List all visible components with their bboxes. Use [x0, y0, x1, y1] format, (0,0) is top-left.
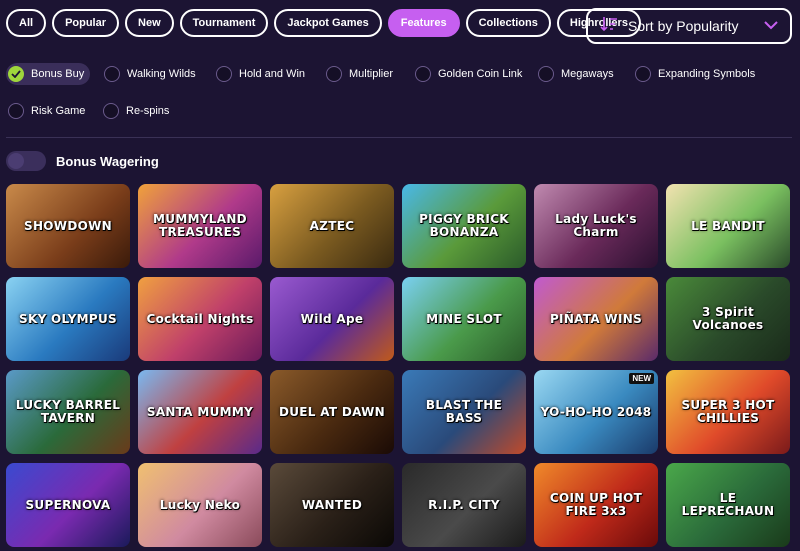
game-title: SUPER 3 HOT CHILLIES — [681, 398, 775, 425]
bonus-wagering-toggle[interactable] — [6, 151, 46, 171]
feature-chip-label: Walking Wilds — [127, 68, 196, 80]
game-title: R.I.P. CITY — [428, 497, 500, 512]
game-card[interactable]: MUMMYLAND TREASURES — [138, 184, 262, 268]
game-card[interactable]: LUCKY BARREL TAVERN — [6, 370, 130, 454]
game-title: LE BANDIT — [691, 218, 765, 233]
feature-chip-multiplier[interactable]: Multiplier — [324, 63, 399, 85]
game-title: SKY OLYMPUS — [19, 311, 117, 326]
feature-chip-golden-coin-link[interactable]: Golden Coin Link — [413, 63, 528, 85]
checkbox-circle — [104, 66, 120, 82]
filter-tabs: All Popular New Tournament Jackpot Games Feat… — [6, 9, 641, 37]
feature-chip-label: Multiplier — [349, 68, 394, 80]
divider — [6, 137, 792, 138]
game-card[interactable]: LE LEPRECHAUN — [666, 463, 790, 547]
tab-features[interactable]: Features — [387, 9, 460, 37]
feature-chip-label: Golden Coin Link — [438, 68, 523, 80]
tab-tournament[interactable]: Tournament — [179, 9, 269, 37]
game-title: Lady Luck's Charm — [555, 212, 637, 239]
game-card[interactable]: SKY OLYMPUS — [6, 277, 130, 361]
game-card[interactable]: PIÑATA WINS — [534, 277, 658, 361]
game-title: WANTED — [301, 497, 363, 512]
game-title: YO-HO-HO 2048 — [540, 404, 652, 419]
chevron-down-icon — [764, 17, 778, 35]
feature-chip-label: Bonus Buy — [31, 68, 85, 80]
game-title: PIGGY BRICK BONANZA — [419, 212, 509, 239]
game-title: SHOWDOWN — [24, 218, 112, 233]
bonus-wagering-label: Bonus Wagering — [56, 153, 159, 169]
game-card[interactable]: PIGGY BRICK BONANZA — [402, 184, 526, 268]
checkbox-circle — [415, 66, 431, 82]
checkbox-circle — [635, 66, 651, 82]
game-card[interactable]: YO-HO-HO 2048 NEW — [534, 370, 658, 454]
checkbox-circle — [103, 103, 119, 119]
tab-all[interactable]: All — [6, 9, 47, 37]
game-card[interactable]: SUPERNOVA — [6, 463, 130, 547]
new-badge: NEW — [629, 373, 654, 384]
game-card[interactable]: MINE SLOT — [402, 277, 526, 361]
game-title: Cocktail Nights — [146, 311, 254, 326]
sort-label: Sort by Popularity — [628, 18, 739, 34]
checkbox-circle — [8, 103, 24, 119]
game-title: SUPERNOVA — [25, 497, 111, 512]
tab-collections[interactable]: Collections — [465, 9, 551, 37]
feature-chip-label: Risk Game — [31, 105, 86, 117]
toggle-knob — [8, 153, 24, 169]
game-card[interactable]: BLAST THE BASS — [402, 370, 526, 454]
sort-dropdown[interactable]: Sort by Popularity — [586, 8, 792, 44]
feature-chip-re-spins[interactable]: Re-spins — [101, 100, 175, 122]
feature-chip-expanding-symbols[interactable]: Expanding Symbols — [633, 63, 761, 85]
game-title: 3 Spirit Volcanoes — [692, 305, 764, 332]
game-title: COIN UP HOT FIRE 3x3 — [549, 491, 643, 518]
feature-chip-hold-and-win[interactable]: Hold and Win — [214, 63, 311, 85]
game-title: SANTA MUMMY — [146, 404, 254, 419]
feature-chip-label: Expanding Symbols — [658, 68, 756, 80]
checkbox-circle — [326, 66, 342, 82]
game-card[interactable]: SUPER 3 HOT CHILLIES — [666, 370, 790, 454]
game-title: Lucky Neko — [159, 497, 241, 512]
game-card[interactable]: COIN UP HOT FIRE 3x3 — [534, 463, 658, 547]
game-card[interactable]: 3 Spirit Volcanoes — [666, 277, 790, 361]
game-title: PIÑATA WINS — [549, 311, 643, 326]
game-card[interactable]: Lady Luck's Charm — [534, 184, 658, 268]
feature-chip-label: Megaways — [561, 68, 614, 80]
game-title: LE LEPRECHAUN — [681, 491, 775, 518]
game-title: LUCKY BARREL TAVERN — [15, 398, 121, 425]
game-card[interactable]: Cocktail Nights — [138, 277, 262, 361]
game-card[interactable]: LE BANDIT — [666, 184, 790, 268]
game-card[interactable]: WANTED — [270, 463, 394, 547]
game-title: Wild Ape — [300, 311, 364, 326]
tab-popular[interactable]: Popular — [52, 9, 120, 37]
game-card[interactable]: Lucky Neko — [138, 463, 262, 547]
sort-order-icon — [600, 16, 618, 37]
game-title: AZTEC — [309, 218, 355, 233]
checkmark-icon — [8, 66, 24, 82]
feature-chip-risk-game[interactable]: Risk Game — [6, 100, 91, 122]
game-card[interactable]: AZTEC — [270, 184, 394, 268]
tab-new[interactable]: New — [125, 9, 174, 37]
game-title: DUEL AT DAWN — [278, 404, 386, 419]
checkbox-circle — [216, 66, 232, 82]
feature-chip-label: Re-spins — [126, 105, 170, 117]
game-card[interactable]: Wild Ape — [270, 277, 394, 361]
feature-chip-bonus-buy[interactable]: Bonus Buy — [6, 63, 91, 85]
bonus-wagering-row: Bonus Wagering — [6, 151, 159, 171]
tab-jackpot-games[interactable]: Jackpot Games — [274, 9, 382, 37]
game-card[interactable]: DUEL AT DAWN — [270, 370, 394, 454]
feature-chip-walking-wilds[interactable]: Walking Wilds — [102, 63, 202, 85]
game-title: MUMMYLAND TREASURES — [153, 212, 247, 239]
game-card[interactable]: SANTA MUMMY — [138, 370, 262, 454]
game-title: BLAST THE BASS — [425, 398, 503, 425]
feature-chip-megaways[interactable]: Megaways — [536, 63, 620, 85]
checkbox-circle — [538, 66, 554, 82]
feature-chip-label: Hold and Win — [239, 68, 306, 80]
game-card[interactable]: R.I.P. CITY — [402, 463, 526, 547]
game-card[interactable]: SHOWDOWN — [6, 184, 130, 268]
game-title: MINE SLOT — [426, 311, 502, 326]
